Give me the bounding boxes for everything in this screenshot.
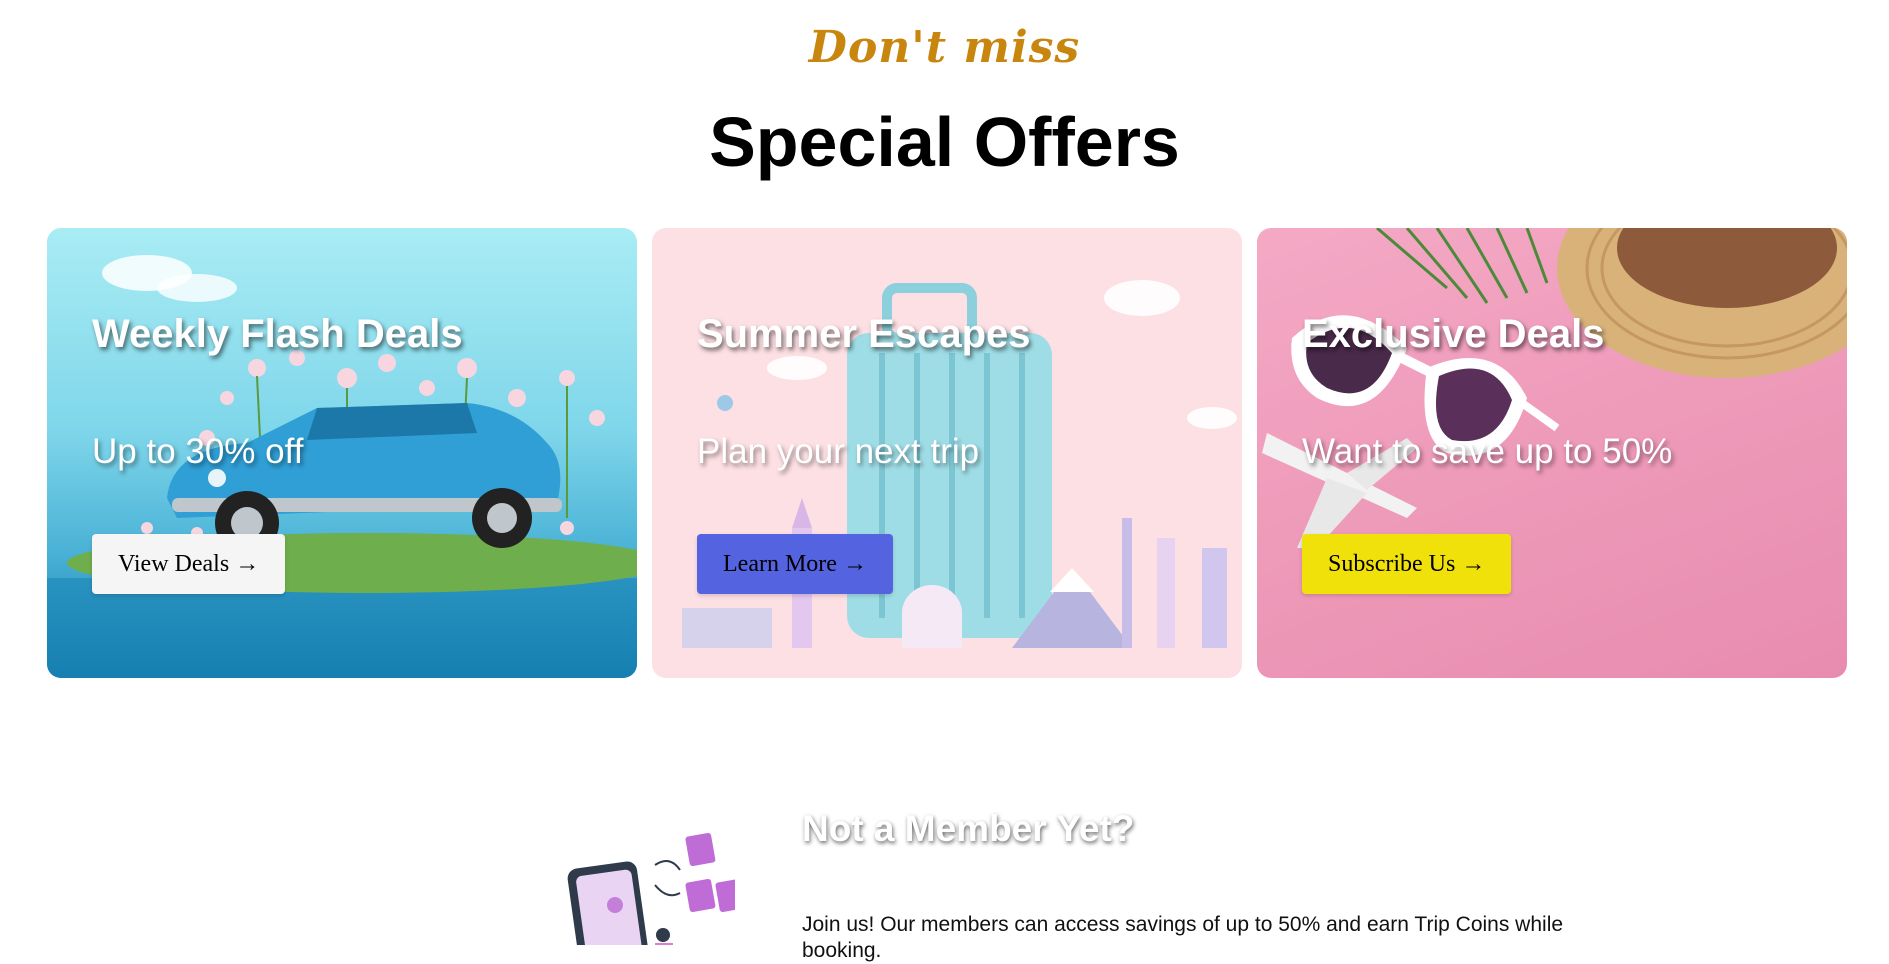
- member-section: Not a Member Yet? Join us! Our members c…: [0, 790, 1889, 962]
- offer-title: Weekly Flash Deals: [92, 312, 463, 356]
- member-description: Join us! Our members can access savings …: [802, 913, 1564, 962]
- section-tagline: Don't miss: [808, 22, 1081, 73]
- offer-subtitle: Plan your next trip: [697, 432, 980, 471]
- offer-card-exclusive-deals[interactable]: Exclusive Deals Want to save up to 50% S…: [1257, 228, 1847, 678]
- offer-card-weekly-flash-deals[interactable]: Weekly Flash Deals Up to 30% off View De…: [47, 228, 637, 678]
- offer-title: Summer Escapes: [697, 312, 1031, 356]
- view-deals-button[interactable]: View Deals →: [92, 534, 286, 594]
- learn-more-button[interactable]: Learn More →: [697, 534, 893, 594]
- offer-subtitle: Want to save up to 50%: [1302, 432, 1673, 471]
- phone-security-illustration: [567, 832, 735, 945]
- section-title: Special Offers: [709, 103, 1180, 181]
- member-title: Not a Member Yet?: [802, 808, 1135, 849]
- offer-card-summer-escapes[interactable]: Summer Escapes Plan your next trip Learn…: [652, 228, 1242, 678]
- offer-title: Exclusive Deals: [1302, 312, 1605, 356]
- offer-subtitle: Up to 30% off: [92, 432, 304, 471]
- subscribe-button[interactable]: Subscribe Us →: [1302, 534, 1512, 594]
